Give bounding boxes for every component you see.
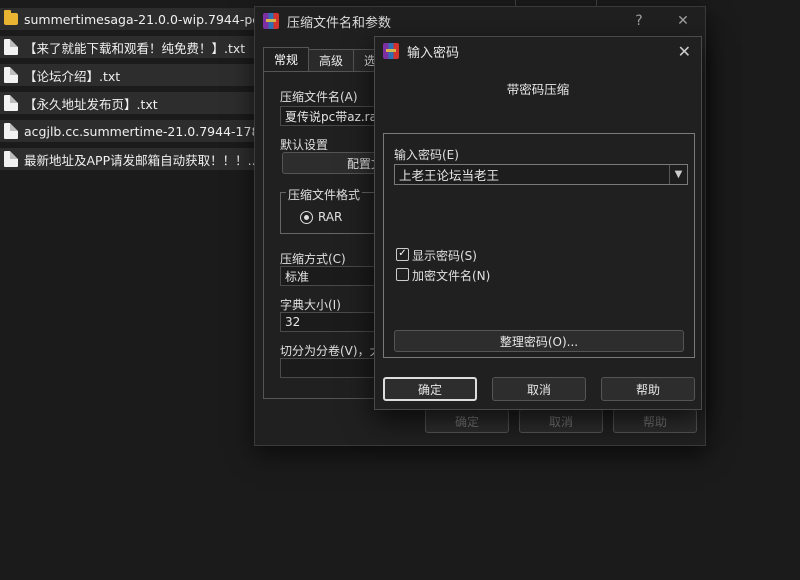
file-name: summertimesaga-21.0.0-wip.7944-pc xyxy=(24,11,256,27)
file-name: 【永久地址发布页】.txt xyxy=(24,96,158,112)
rar-label: RAR xyxy=(318,210,343,224)
file-row[interactable]: summertimesaga-21.0.0-wip.7944-pc xyxy=(0,8,256,30)
organize-passwords-button[interactable]: 整理密码(O)... xyxy=(394,330,684,352)
file-row[interactable]: 最新地址及APP请发邮箱自动获取！！！.... xyxy=(0,148,256,170)
encrypt-names-checkbox[interactable] xyxy=(396,268,409,281)
file-name: 【来了就能下载和观看！纯免费！】.txt xyxy=(24,40,246,56)
password-input[interactable]: 上老王论坛当老王 ▼ xyxy=(394,164,688,185)
text-file-icon xyxy=(4,95,18,111)
password-panel: 输入密码(E) 上老王论坛当老王 ▼ ✓ 显示密码(S) 加密文件名(N) 整理… xyxy=(383,133,695,358)
password-label: 输入密码(E) xyxy=(394,148,459,162)
method-label: 压缩方式(C) xyxy=(280,252,346,266)
winrar-icon xyxy=(263,13,279,29)
archive-name-label: 压缩文件名(A) xyxy=(280,90,358,104)
text-file-icon xyxy=(4,151,18,167)
file-row[interactable]: 【论坛介绍】.txt xyxy=(0,64,256,86)
split-volumes-label: 切分为分卷(V)，大 xyxy=(280,344,382,358)
file-row[interactable]: acgjlb.cc.summertime-21.0.7944-178... xyxy=(0,120,256,142)
show-password-checkbox[interactable]: ✓ xyxy=(396,248,409,261)
file-row[interactable]: 【来了就能下载和观看！纯免费！】.txt xyxy=(0,36,256,58)
password-value: 上老王论坛当老王 xyxy=(399,168,500,183)
ok-button[interactable]: 确定 xyxy=(425,409,509,433)
help-button[interactable]: 帮助 xyxy=(613,409,697,433)
file-name: acgjlb.cc.summertime-21.0.7944-178... xyxy=(24,123,256,139)
file-name: 【论坛介绍】.txt xyxy=(24,68,121,84)
show-password-label: 显示密码(S) xyxy=(412,249,477,263)
default-settings-label: 默认设置 xyxy=(280,138,329,152)
tab-general[interactable]: 常规 xyxy=(263,47,310,71)
chevron-down-icon[interactable]: ▼ xyxy=(669,165,687,184)
encrypt-names-label: 加密文件名(N) xyxy=(412,269,491,283)
dialog-title: 压缩文件名和参数 xyxy=(287,15,392,31)
password-ok-button[interactable]: 确定 xyxy=(383,377,477,401)
file-row[interactable]: 【永久地址发布页】.txt xyxy=(0,92,256,114)
rar-radio[interactable] xyxy=(300,211,313,224)
help-title-button[interactable]: ? xyxy=(617,13,661,29)
password-dialog-title: 输入密码 xyxy=(407,45,460,61)
file-list: summertimesaga-21.0.0-wip.7944-pc 【来了就能下… xyxy=(0,8,256,176)
text-file-icon xyxy=(4,67,18,83)
close-icon[interactable]: ✕ xyxy=(661,13,705,29)
close-icon[interactable]: ✕ xyxy=(678,42,691,61)
file-name: 最新地址及APP请发邮箱自动获取！！！.... xyxy=(24,152,256,168)
text-file-icon xyxy=(4,39,18,55)
password-dialog: 输入密码 ✕ 带密码压缩 输入密码(E) 上老王论坛当老王 ▼ ✓ 显示密码(S… xyxy=(374,36,702,410)
winrar-icon xyxy=(383,43,399,59)
dict-size-label: 字典大小(I) xyxy=(280,298,341,312)
folder-icon xyxy=(4,10,18,25)
tab-strip: 常规 高级 选 xyxy=(263,47,388,71)
tab-advanced[interactable]: 高级 xyxy=(308,49,355,71)
cancel-button[interactable]: 取消 xyxy=(519,409,603,433)
title-bar: 压缩文件名和参数 ? ✕ xyxy=(255,7,705,35)
password-help-button[interactable]: 帮助 xyxy=(601,377,695,401)
password-cancel-button[interactable]: 取消 xyxy=(492,377,586,401)
password-subtitle: 带密码压缩 xyxy=(506,82,570,97)
password-title-bar: 输入密码 xyxy=(375,37,701,65)
text-file-icon xyxy=(4,123,18,139)
format-group-label: 压缩文件格式 xyxy=(286,186,363,203)
